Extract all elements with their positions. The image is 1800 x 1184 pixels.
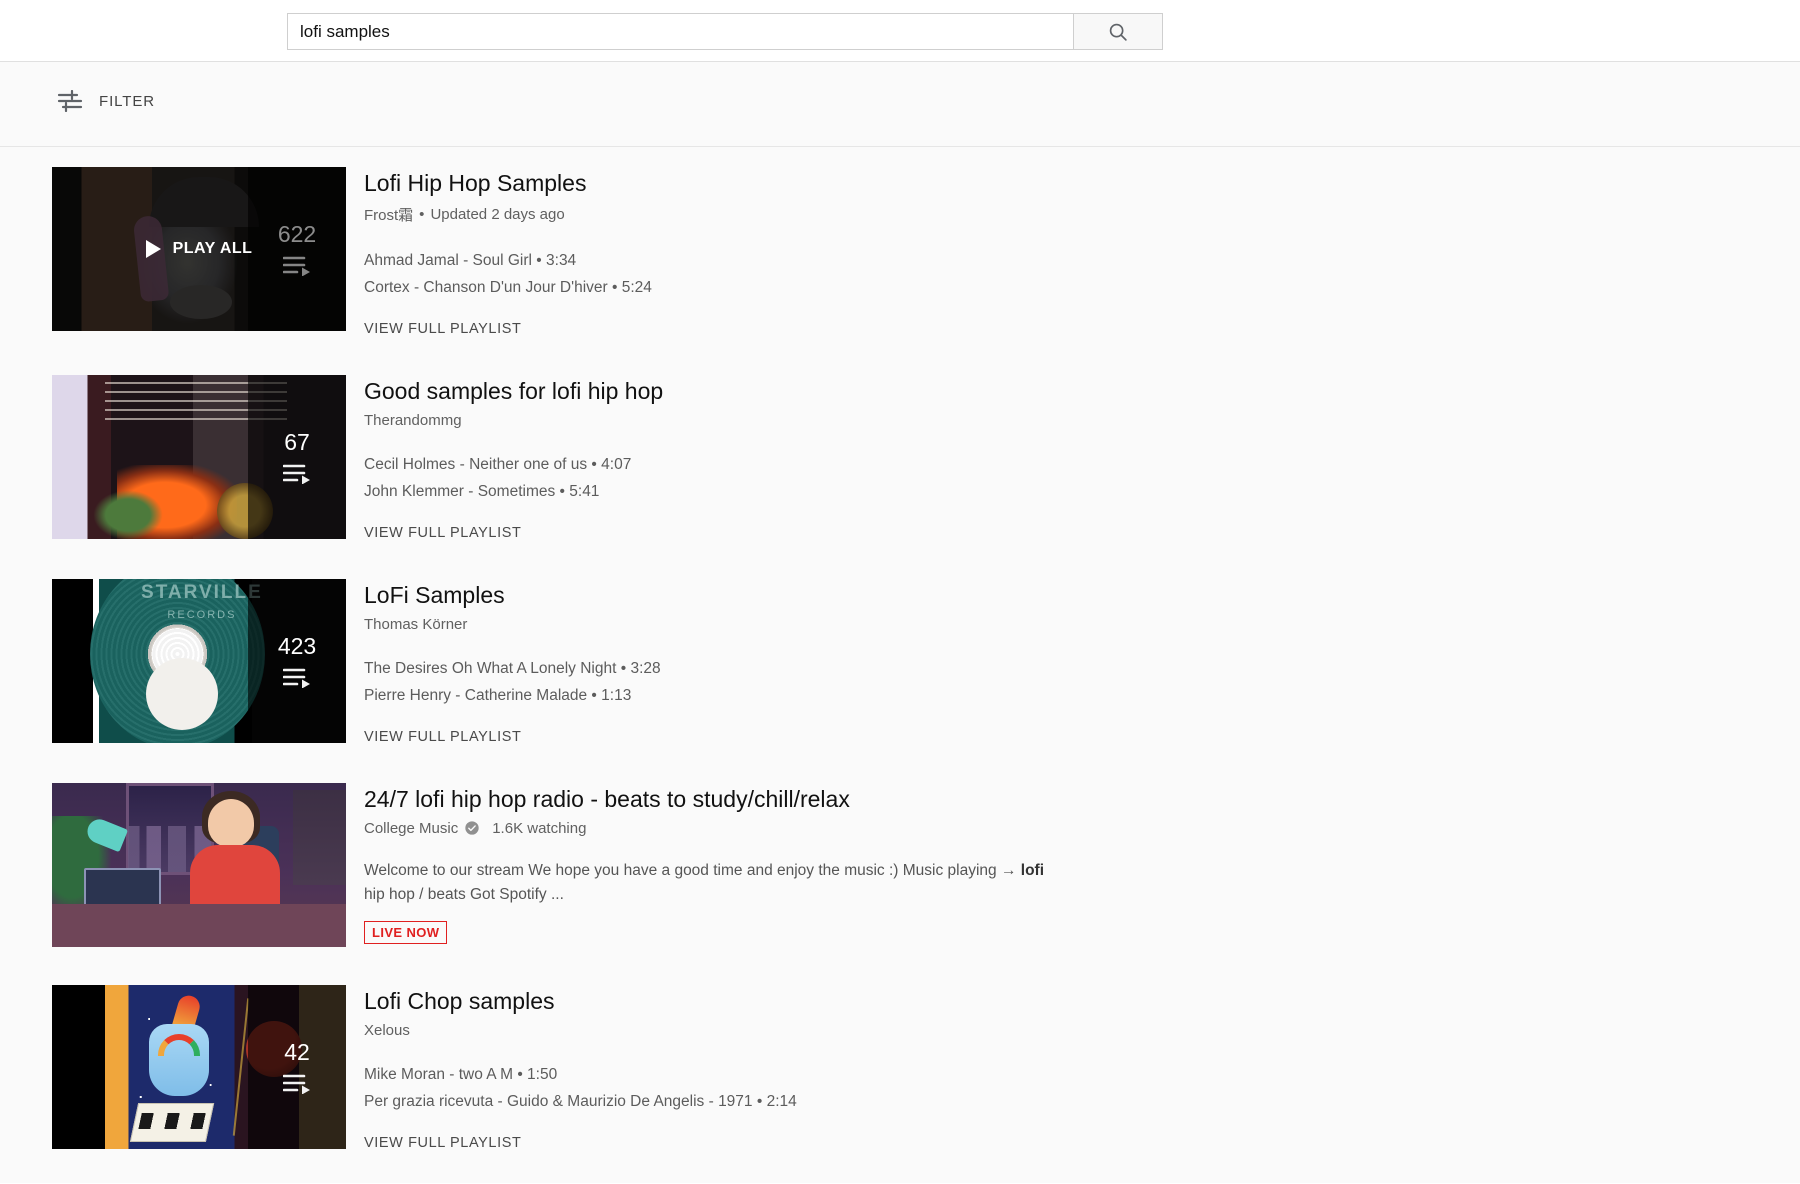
playlist-video-count: 42 [284,1038,310,1065]
description-after: hip hop / beats Got Spotify ... [364,885,564,903]
search-result-item[interactable]: 42 Lofi Chop samples Xelous Mike Moran -… [0,985,1800,1184]
search-result-item[interactable]: 24/7 lofi hip hop radio - beats to study… [0,783,1800,985]
play-all-button[interactable]: PLAY ALL [145,240,253,258]
meta-separator: • [419,205,425,223]
play-all-overlay[interactable]: PLAY ALL [52,167,346,331]
search-result-item[interactable]: STARVILLE RECORDS 423 LoFi Samples Thomas… [0,579,1800,783]
playlist-icon [283,668,310,688]
playlist-thumbnail[interactable]: 622 PLAY ALL [52,167,346,331]
result-info: Good samples for lofi hip hop Therandomm… [346,375,663,541]
playlist-track[interactable]: Per grazia ricevuta - Guido & Maurizio D… [364,1088,797,1115]
playlist-thumbnail[interactable]: 67 [52,375,346,539]
search-result-item[interactable]: 67 Good samples for lofi hip hop Therand… [0,375,1800,579]
view-full-playlist-link[interactable]: VIEW FULL PLAYLIST [364,1135,797,1151]
result-byline: Therandommg [364,412,663,429]
playlist-track[interactable]: Cecil Holmes - Neither one of us • 4:07 [364,451,663,478]
verified-badge-icon [464,820,480,836]
playlist-track[interactable]: Pierre Henry - Catherine Malade • 1:13 [364,682,661,709]
channel-name[interactable]: College Music [364,820,458,837]
search-input[interactable] [287,13,1073,50]
result-info: Lofi Chop samples Xelous Mike Moran - tw… [346,985,797,1151]
playlist-video-count: 423 [277,632,317,659]
result-title[interactable]: Lofi Chop samples [364,987,797,1016]
result-info: Lofi Hip Hop Samples Frost霜 • Updated 2 … [346,167,652,337]
playlist-count-overlay: 67 [248,375,346,539]
updated-meta: Updated 2 days ago [430,205,565,223]
channel-name[interactable]: Xelous [364,1022,410,1039]
live-now-badge: LIVE NOW [364,920,448,944]
watching-count: 1.6K watching [492,819,587,837]
video-thumbnail[interactable] [52,783,346,947]
result-byline: Thomas Körner [364,616,661,633]
playlist-track[interactable]: Cortex - Chanson D'un Jour D'hiver • 5:2… [364,274,652,301]
playlist-track[interactable]: The Desires Oh What A Lonely Night • 3:2… [364,655,661,682]
result-title[interactable]: LoFi Samples [364,581,661,610]
result-info: LoFi Samples Thomas Körner The Desires O… [346,579,661,745]
filter-bar: FILTER [0,62,1800,147]
playlist-track[interactable]: John Klemmer - Sometimes • 5:41 [364,478,663,505]
thumbnail-artwork [52,783,346,947]
playlist-track[interactable]: Ahmad Jamal - Soul Girl • 3:34 [364,247,652,274]
search-button[interactable] [1073,13,1163,50]
channel-name[interactable]: Thomas Körner [364,616,467,633]
result-info: 24/7 lofi hip hop radio - beats to study… [346,783,1064,947]
result-title[interactable]: Lofi Hip Hop Samples [364,169,652,198]
result-byline: Xelous [364,1022,797,1039]
description-highlight: lofi [1020,861,1045,879]
result-byline: Frost霜 • Updated 2 days ago [364,204,652,225]
description-before: Welcome to our stream We hope you have a… [364,861,1021,879]
channel-name[interactable]: Therandommg [364,412,462,429]
play-triangle-icon [145,240,161,258]
filter-label: FILTER [99,92,155,110]
playlist-thumbnail[interactable]: 42 [52,985,346,1149]
playlist-count-overlay: 42 [248,985,346,1149]
playlist-thumbnail[interactable]: STARVILLE RECORDS 423 [52,579,346,743]
search-icon [1109,23,1127,41]
play-all-label: PLAY ALL [172,240,253,257]
search-bar [287,13,1163,50]
video-description: Welcome to our stream We hope you have a… [364,859,1064,907]
result-byline: College Music 1.6K watching [364,820,1064,837]
playlist-count-overlay: 423 [248,579,346,743]
channel-name[interactable]: Frost霜 [364,204,413,225]
playlist-icon [283,1074,310,1094]
filter-sliders-icon [57,90,83,112]
playlist-icon [283,464,310,484]
result-title[interactable]: 24/7 lofi hip hop radio - beats to study… [364,785,1064,814]
playlist-video-count: 67 [284,428,310,455]
search-result-item[interactable]: 622 PLAY ALL Lofi Hip Hop Samples Frost霜 [0,167,1800,375]
view-full-playlist-link[interactable]: VIEW FULL PLAYLIST [364,525,663,541]
search-results-list: 622 PLAY ALL Lofi Hip Hop Samples Frost霜 [0,147,1800,1183]
result-title[interactable]: Good samples for lofi hip hop [364,377,663,406]
header-bar [0,0,1800,62]
view-full-playlist-link[interactable]: VIEW FULL PLAYLIST [364,321,652,337]
view-full-playlist-link[interactable]: VIEW FULL PLAYLIST [364,729,661,745]
filter-button[interactable]: FILTER [57,90,155,112]
playlist-track[interactable]: Mike Moran - two A M • 1:50 [364,1061,797,1088]
